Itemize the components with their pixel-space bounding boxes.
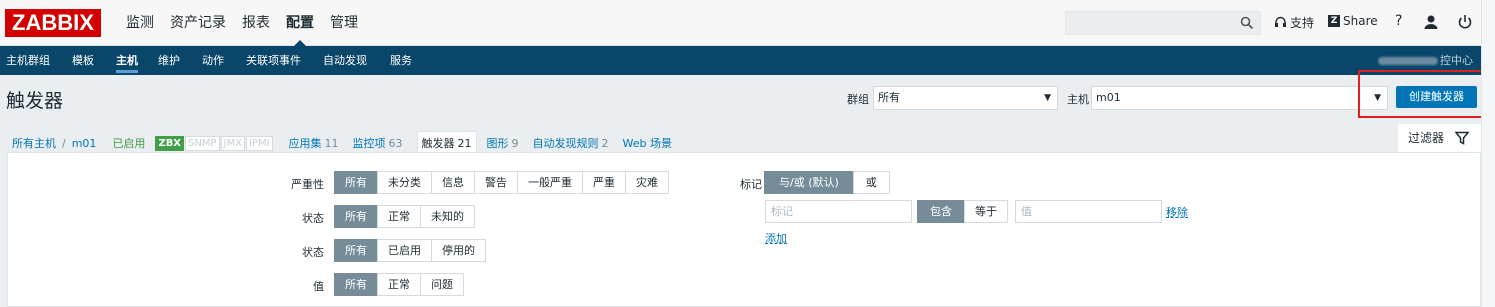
tab-applications[interactable]: 应用集 11 <box>289 135 339 151</box>
host-select[interactable]: m01 ▼ <box>1091 86 1388 110</box>
page-title: 触发器 <box>6 90 64 112</box>
breadcrumb-separator: / <box>62 136 66 150</box>
status-option-enabled[interactable]: 已启用 <box>377 239 432 262</box>
menu-monitoring[interactable]: 监测 <box>118 0 162 46</box>
group-select[interactable]: 所有 ▼ <box>873 86 1058 110</box>
tag-operator-contains[interactable]: 包含 <box>917 200 965 223</box>
tags-mode-and-or[interactable]: 与/或 (默认) <box>764 171 854 194</box>
add-tag-link[interactable]: 添加 <box>765 230 787 246</box>
host-status-enabled[interactable]: 已启用 <box>112 135 145 151</box>
state-option-normal[interactable]: 正常 <box>377 205 421 228</box>
blurred-text <box>1378 57 1438 65</box>
menu-reports[interactable]: 报表 <box>234 0 278 46</box>
highlight-annotation <box>1358 70 1491 118</box>
tab-web-scenarios[interactable]: Web 场景 <box>623 135 672 151</box>
tag-name-input[interactable]: 标记 <box>765 200 912 223</box>
severity-option-high[interactable]: 严重 <box>582 171 626 194</box>
host-link[interactable]: m01 <box>72 137 97 150</box>
support-label: 支持 <box>1290 16 1315 30</box>
tag-operator-radio-group: 包含 等于 <box>917 200 1008 223</box>
value-option-problem[interactable]: 问题 <box>420 273 464 296</box>
subnav-hosts[interactable]: 主机 <box>116 46 138 75</box>
share-link[interactable]: Z Share <box>1328 14 1378 28</box>
subnav-maintenance[interactable]: 维护 <box>158 46 180 75</box>
tab-discovery-rules[interactable]: 自动发现规则 2 <box>533 135 609 151</box>
zabbix-logo[interactable]: ZABBIX <box>5 9 101 37</box>
tab-items[interactable]: 监控项 63 <box>353 135 403 151</box>
status-label: 状态 <box>302 246 324 259</box>
search-input[interactable] <box>1065 11 1261 35</box>
tag-value-input[interactable]: 值 <box>1015 200 1162 223</box>
support-link[interactable]: 支持 <box>1274 14 1314 31</box>
severity-option-not-classified[interactable]: 未分类 <box>377 171 432 194</box>
state-option-all[interactable]: 所有 <box>334 205 378 228</box>
host-label: 主机 <box>1067 93 1089 106</box>
top-header: ZABBIX 监测 资产记录 报表 配置 管理 支持 Z Share ? <box>0 0 1481 46</box>
snmp-availability-badge: SNMP <box>185 135 220 151</box>
tags-mode-or[interactable]: 或 <box>852 171 890 194</box>
state-radio-group: 所有 正常 未知的 <box>334 205 475 228</box>
headset-icon <box>1275 16 1286 27</box>
jmx-availability-badge: JMX <box>220 135 245 151</box>
vertical-scrollbar[interactable] <box>1481 0 1495 307</box>
chevron-down-icon: ▼ <box>1044 93 1051 103</box>
filter-toggle-tab[interactable]: 过滤器 <box>1398 124 1481 152</box>
subnav-templates[interactable]: 模板 <box>72 46 94 75</box>
severity-radio-group: 所有 未分类 信息 警告 一般严重 严重 灾难 <box>334 171 669 194</box>
host-select-value: m01 <box>1096 91 1121 104</box>
tag-operator-equals[interactable]: 等于 <box>964 200 1008 223</box>
severity-option-warning[interactable]: 警告 <box>474 171 518 194</box>
severity-option-all[interactable]: 所有 <box>334 171 378 194</box>
value-label: 值 <box>313 280 324 293</box>
group-select-value: 所有 <box>878 91 900 104</box>
value-option-all[interactable]: 所有 <box>334 273 378 296</box>
remove-tag-link[interactable]: 移除 <box>1166 204 1188 220</box>
status-option-all[interactable]: 所有 <box>334 239 378 262</box>
tags-label: 标记 <box>740 178 762 191</box>
share-icon: Z <box>1328 15 1340 27</box>
subnav-host-groups[interactable]: 主机群组 <box>6 46 50 75</box>
main-menu: 监测 资产记录 报表 配置 管理 <box>118 0 366 46</box>
sign-out-icon[interactable] <box>1456 13 1474 31</box>
severity-label: 严重性 <box>291 178 324 191</box>
ipmi-availability-badge: IPMI <box>245 135 273 151</box>
severity-option-disaster[interactable]: 灾难 <box>625 171 669 194</box>
status-radio-group: 所有 已启用 停用的 <box>334 239 486 262</box>
severity-option-information[interactable]: 信息 <box>431 171 475 194</box>
funnel-icon <box>1455 131 1469 145</box>
tags-mode-radio-group: 与/或 (默认) 或 <box>764 171 890 194</box>
value-radio-group: 所有 正常 问题 <box>334 273 464 296</box>
severity-option-average[interactable]: 一般严重 <box>517 171 583 194</box>
zbx-availability-badge: ZBX <box>155 135 185 151</box>
user-profile-icon[interactable] <box>1422 13 1440 31</box>
status-option-disabled[interactable]: 停用的 <box>431 239 486 262</box>
group-label: 群组 <box>847 93 869 106</box>
menu-configuration[interactable]: 配置 <box>278 0 322 46</box>
all-hosts-link[interactable]: 所有主机 <box>12 135 56 151</box>
state-label: 状态 <box>302 212 324 225</box>
share-label: Share <box>1343 14 1378 28</box>
subnav-services[interactable]: 服务 <box>390 46 412 75</box>
menu-inventory[interactable]: 资产记录 <box>162 0 234 46</box>
state-option-unknown[interactable]: 未知的 <box>420 205 475 228</box>
filter-panel: 严重性 所有 未分类 信息 警告 一般严重 严重 灾难 状态 所有 正常 未知的… <box>7 152 1481 307</box>
sub-navigation: 主机群组 模板 主机 维护 动作 关联项事件 自动发现 服务 控中心 <box>0 46 1481 75</box>
value-option-ok[interactable]: 正常 <box>377 273 421 296</box>
menu-administration[interactable]: 管理 <box>322 0 366 46</box>
subnav-discovery[interactable]: 自动发现 <box>323 46 367 75</box>
search-icon[interactable] <box>1240 16 1254 30</box>
filter-tab-label: 过滤器 <box>1408 131 1445 145</box>
subnav-actions[interactable]: 动作 <box>202 46 224 75</box>
help-link[interactable]: ? <box>1395 13 1402 29</box>
subnav-event-correlation[interactable]: 关联项事件 <box>246 46 301 75</box>
tab-graphs[interactable]: 图形 9 <box>487 135 519 151</box>
